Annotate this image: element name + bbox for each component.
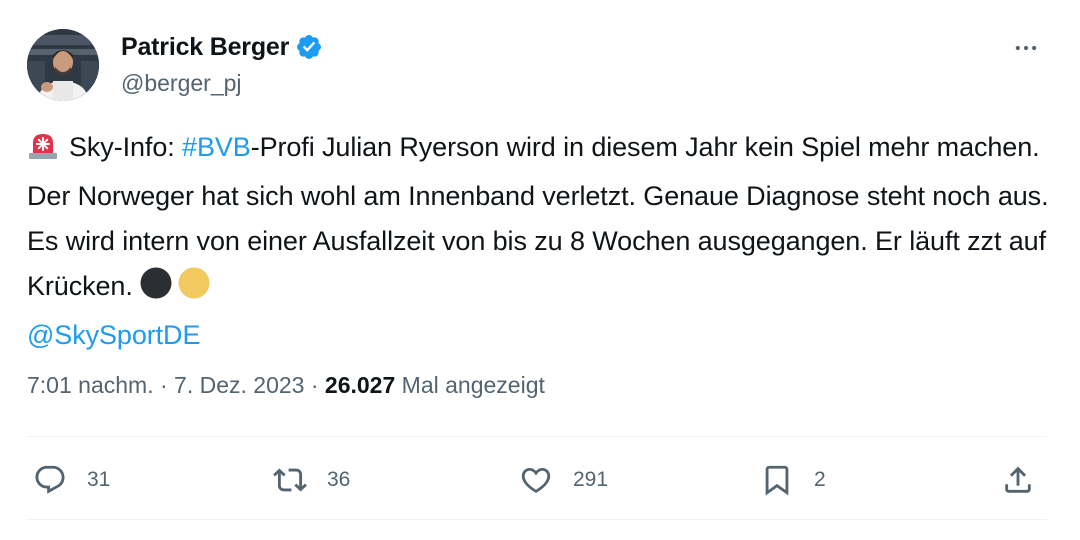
retweet-button[interactable]: 36 — [273, 458, 350, 502]
share-button[interactable] — [1001, 458, 1035, 502]
black-circle-icon — [140, 267, 176, 313]
tweet-time[interactable]: 7:01 nachm. — [27, 372, 154, 399]
reply-count: 31 — [87, 468, 111, 491]
more-horizontal-icon — [1015, 45, 1037, 51]
tweet-date[interactable]: 7. Dez. 2023 — [174, 372, 304, 399]
avatar[interactable] — [27, 29, 99, 101]
divider — [27, 436, 1047, 437]
bookmark-button[interactable]: 2 — [760, 458, 826, 502]
action-bar: 31 36 291 2 — [0, 458, 1080, 502]
reply-icon — [35, 465, 65, 494]
meta-separator: · — [304, 372, 325, 398]
hashtag-link[interactable]: #BVB — [182, 132, 251, 162]
views-label: Mal angezeigt — [395, 372, 545, 398]
siren-icon — [27, 129, 59, 174]
heart-icon — [521, 467, 551, 493]
tweet-meta: 7:01 nachm. · 7. Dez. 2023 · 26.027 Mal … — [27, 372, 545, 399]
more-options-button[interactable] — [1008, 30, 1044, 66]
author-name-row: Patrick Berger — [121, 32, 323, 62]
retweet-icon — [273, 468, 307, 492]
like-button[interactable]: 291 — [519, 458, 608, 502]
meta-separator: · — [153, 372, 175, 398]
tweet-text-part1: Sky-Info: — [69, 132, 183, 162]
retweet-count: 36 — [327, 468, 351, 491]
author-handle[interactable]: @berger_pj — [121, 70, 242, 97]
author-name[interactable]: Patrick Berger — [121, 33, 289, 62]
tweet-text: Sky-Info: #BVB-Profi Julian Ryerson wird… — [27, 125, 1057, 358]
bookmark-icon — [765, 465, 789, 496]
reply-button[interactable]: 31 — [33, 458, 110, 502]
views-count: 26.027 — [324, 372, 396, 398]
mention-link[interactable]: @SkySportDE — [27, 320, 200, 350]
yellow-circle-icon — [176, 267, 212, 313]
like-count: 291 — [573, 468, 609, 491]
divider — [27, 519, 1047, 520]
tweet-card: Patrick Berger @berger_pj Sky-Info: #BVB… — [0, 0, 1080, 540]
verified-badge-icon[interactable] — [295, 33, 323, 61]
share-icon — [1005, 466, 1031, 493]
bookmark-count: 2 — [814, 468, 826, 491]
